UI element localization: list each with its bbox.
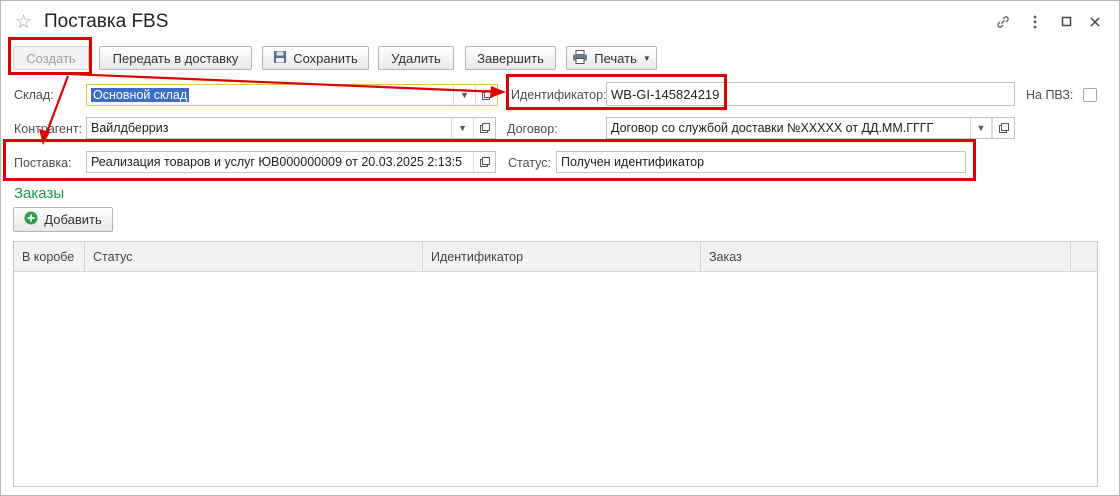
add-order-label: Добавить [44,212,102,227]
create-button-label: Создать [26,50,76,66]
identifier-value: WB-GI-145824219 [611,86,720,102]
contract-label: Договор: [507,122,558,136]
warehouse-field[interactable]: Основной склад ▼ [86,84,498,106]
orders-table[interactable]: В коробе Статус Идентификатор Заказ [13,241,1098,487]
send-to-delivery-button[interactable]: Передать в доставку [99,46,252,70]
supply-value: Реализация товаров и услуг ЮВ000000009 о… [91,155,463,169]
table-header: В коробе Статус Идентификатор Заказ [14,242,1097,272]
minimize-icon[interactable] [1058,13,1076,31]
column-header-spacer [1071,242,1099,272]
print-button-label: Печать [594,50,637,66]
send-to-delivery-label: Передать в доставку [112,50,239,66]
pvz-label: На ПВЗ: [1026,88,1074,102]
window-title: Поставка FBS [44,11,169,32]
contract-value: Договор со службой доставки №XXXXX от ДД… [611,121,934,135]
contract-field[interactable]: Договор со службой доставки №XXXXX от ДД… [606,117,1015,139]
delete-button-label: Удалить [391,50,441,66]
save-icon [273,50,287,67]
finish-button[interactable]: Завершить [465,46,556,70]
delete-button[interactable]: Удалить [378,46,454,70]
counterparty-field[interactable]: Вайлдберриз ▼ [86,117,496,139]
orders-section-title: Заказы [14,185,65,202]
warehouse-label: Склад: [14,88,54,102]
link-icon[interactable] [994,13,1012,31]
open-icon[interactable] [473,152,495,172]
status-field[interactable]: Получен идентификатор [556,151,966,173]
status-label: Статус: [508,156,551,170]
more-icon[interactable] [1026,13,1044,31]
chevron-down-icon[interactable]: ▼ [451,118,473,138]
create-button[interactable]: Создать [13,46,89,70]
supply-field[interactable]: Реализация товаров и услуг ЮВ000000009 о… [86,151,496,173]
pvz-checkbox[interactable] [1083,88,1097,102]
open-icon[interactable] [475,85,497,105]
chevron-down-icon[interactable]: ▼ [453,85,475,105]
status-value: Получен идентификатор [561,155,705,169]
printer-icon [572,49,588,67]
open-icon[interactable] [473,118,495,138]
open-icon[interactable] [992,118,1014,138]
save-button[interactable]: Сохранить [262,46,369,70]
identifier-field[interactable]: WB-GI-145824219 [606,82,1015,106]
finish-button-label: Завершить [477,50,544,66]
column-header-identifier[interactable]: Идентификатор [423,242,701,272]
add-circle-icon [24,211,38,228]
chevron-down-icon[interactable]: ▼ [970,118,992,138]
document-window: ☆ Поставка FBS Создать Передать в достав… [0,0,1120,496]
add-order-button[interactable]: Добавить [13,207,113,232]
identifier-label: Идентификатор: [511,88,607,102]
counterparty-value: Вайлдберриз [91,121,169,135]
supply-label: Поставка: [14,156,72,170]
column-header-status[interactable]: Статус [85,242,423,272]
warehouse-value: Основной склад [91,88,190,102]
print-menu-button[interactable]: Печать ▼ [566,46,657,70]
close-icon[interactable] [1086,13,1104,31]
counterparty-label: Контрагент: [14,122,83,136]
chevron-down-icon: ▼ [642,53,651,63]
favorite-star-icon[interactable]: ☆ [15,11,32,34]
save-button-label: Сохранить [293,50,358,66]
column-header-in-box[interactable]: В коробе [14,242,85,272]
column-header-order[interactable]: Заказ [701,242,1071,272]
